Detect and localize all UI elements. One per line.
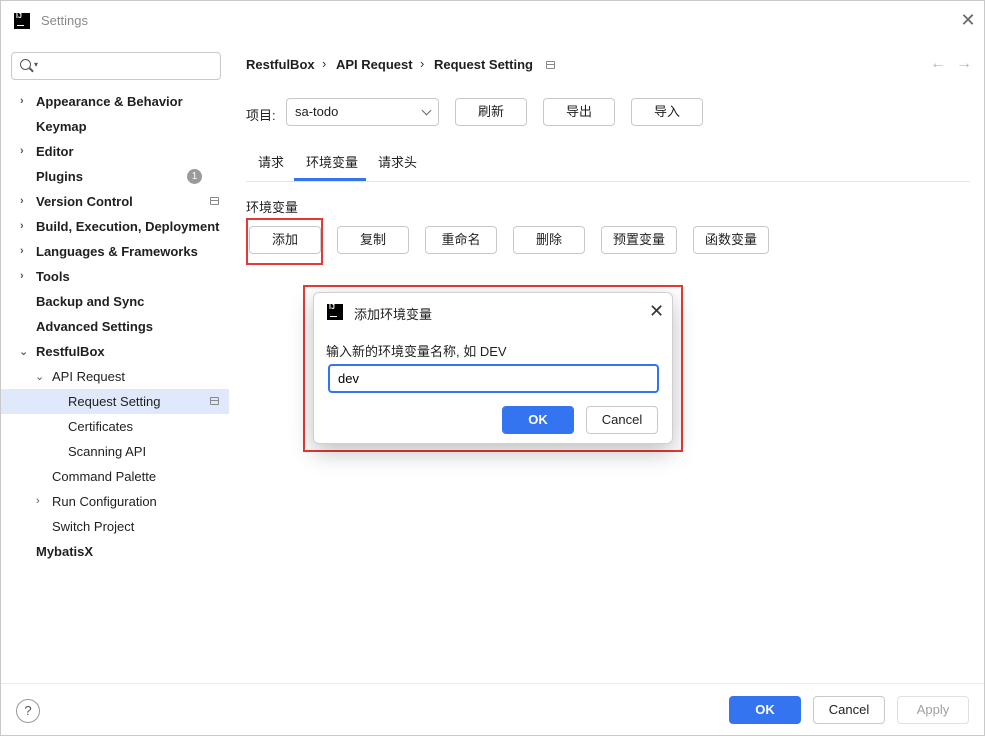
sidebar-item-label: Plugins (36, 169, 83, 184)
sidebar-item-label: RestfulBox (36, 344, 105, 359)
dialog-ok-button[interactable]: OK (502, 406, 574, 434)
close-icon[interactable]: ✕ (959, 10, 977, 30)
sidebar-item-label: Backup and Sync (36, 294, 145, 309)
forward-arrow-icon[interactable]: → (956, 55, 972, 73)
dialog-cancel-button[interactable]: Cancel (586, 406, 658, 434)
sidebar-item-label: Switch Project (52, 519, 135, 534)
preset-variables-button[interactable]: 预置变量 (601, 226, 677, 254)
chevron-right-icon[interactable]: › (36, 489, 40, 514)
tabs-divider (246, 181, 970, 182)
function-variables-button[interactable]: 函数变量 (693, 226, 769, 254)
sidebar-item-scanning-api[interactable]: Scanning API (68, 439, 146, 464)
breadcrumb-separator: › (322, 56, 327, 71)
sidebar-item-run-configuration[interactable]: › Run Configuration (36, 489, 157, 514)
chevron-right-icon[interactable]: › (20, 189, 24, 214)
sidebar-item-label: Scanning API (68, 444, 147, 459)
sidebar-item-label: Build, Execution, Deployment (36, 219, 220, 234)
search-icon (20, 59, 31, 70)
search-input[interactable]: ▾ (11, 52, 221, 80)
export-button[interactable]: 导出 (543, 98, 615, 126)
sidebar-item-request-setting[interactable]: Request Setting (1, 389, 229, 414)
chevron-down-icon[interactable]: ▾ (34, 60, 38, 69)
breadcrumb-separator: › (420, 56, 425, 71)
sidebar-item-languages[interactable]: › Languages & Frameworks (20, 239, 198, 264)
project-level-icon (210, 197, 219, 205)
title-bar: IJ Settings ✕ (1, 1, 984, 41)
sidebar-item-label: Tools (36, 269, 70, 284)
chevron-right-icon[interactable]: › (20, 239, 24, 264)
sidebar-item-label: Advanced Settings (36, 319, 154, 334)
dialog-title: 添加环境变量 (354, 307, 433, 322)
sidebar-item-appearance[interactable]: › Appearance & Behavior (20, 89, 183, 114)
chevron-right-icon[interactable]: › (20, 89, 24, 114)
window-title: Settings (41, 13, 88, 28)
refresh-button[interactable]: 刷新 (455, 98, 527, 126)
chevron-right-icon[interactable]: › (20, 264, 24, 289)
sidebar-item-label: API Request (52, 369, 125, 384)
sidebar-item-label: Request Setting (68, 394, 161, 409)
sidebar-item-certificates[interactable]: Certificates (68, 414, 133, 439)
sidebar-item-label: Languages & Frameworks (36, 244, 198, 259)
sidebar-item-label: Run Configuration (52, 494, 157, 509)
add-env-button[interactable]: 添加 (249, 226, 321, 254)
sidebar-item-command-palette[interactable]: Command Palette (52, 464, 156, 489)
sidebar-item-advanced[interactable]: Advanced Settings (36, 314, 153, 339)
chevron-right-icon[interactable]: › (20, 139, 24, 164)
sidebar-item-editor[interactable]: › Editor (20, 139, 74, 164)
rename-env-button[interactable]: 重命名 (425, 226, 497, 254)
sidebar-item-version-control[interactable]: › Version Control (20, 189, 133, 214)
sidebar-item-label: Keymap (36, 119, 87, 134)
project-select-value: sa-todo (295, 104, 339, 119)
sidebar-item-label: Command Palette (52, 469, 157, 484)
delete-env-button[interactable]: 删除 (513, 226, 585, 254)
sidebar-item-plugins[interactable]: Plugins (36, 164, 83, 189)
chevron-right-icon[interactable]: › (20, 214, 24, 239)
project-level-icon (546, 61, 555, 69)
intellij-logo-icon: IJ (14, 13, 30, 29)
project-label: 项目: (246, 108, 276, 123)
dialog-prompt: 输入新的环境变量名称, 如 DEV (326, 344, 507, 359)
project-level-icon (210, 397, 219, 405)
add-env-dialog: IJ 添加环境变量 ✕ 输入新的环境变量名称, 如 DEV OK Cancel (313, 292, 673, 444)
breadcrumb-api-request: API Request (336, 57, 413, 72)
settings-sidebar: ▾ › Appearance & Behavior Keymap › Edito… (1, 41, 230, 683)
chevron-down-icon[interactable]: ⌄ (19, 340, 28, 365)
intellij-logo-icon: IJ (327, 304, 343, 320)
sidebar-item-label: Editor (36, 144, 74, 159)
chevron-down-icon[interactable]: ⌄ (35, 365, 44, 390)
sidebar-item-label: Certificates (68, 419, 134, 434)
project-select[interactable]: sa-todo (286, 98, 439, 126)
env-name-input[interactable] (328, 364, 659, 393)
copy-env-button[interactable]: 复制 (337, 226, 409, 254)
env-section-label: 环境变量 (246, 200, 299, 215)
close-icon[interactable]: ✕ (649, 301, 664, 321)
tab-request[interactable]: 请求 (258, 152, 284, 171)
tab-request-headers[interactable]: 请求头 (378, 152, 417, 171)
ok-button[interactable]: OK (729, 696, 801, 724)
footer-divider (1, 683, 984, 684)
sidebar-item-label: MybatisX (36, 544, 94, 559)
import-button[interactable]: 导入 (631, 98, 703, 126)
breadcrumb-request-setting: Request Setting (434, 57, 533, 72)
settings-window: IJ Settings ✕ ▾ › Appearance & Behavior … (0, 0, 985, 736)
sidebar-item-label: Appearance & Behavior (36, 94, 183, 109)
back-arrow-icon[interactable]: ← (930, 55, 946, 73)
active-tab-indicator (294, 178, 366, 181)
breadcrumb-restfulbox: RestfulBox (246, 57, 315, 72)
tab-env-variables[interactable]: 环境变量 (306, 152, 358, 171)
sidebar-item-keymap[interactable]: Keymap (36, 114, 87, 139)
sidebar-item-restfulbox[interactable]: ⌄ RestfulBox (19, 339, 105, 364)
apply-button[interactable]: Apply (897, 696, 969, 724)
sidebar-item-tools[interactable]: › Tools (20, 264, 70, 289)
sidebar-item-api-request[interactable]: ⌄ API Request (35, 364, 125, 389)
sidebar-item-mybatisx[interactable]: MybatisX (36, 539, 93, 564)
help-icon[interactable]: ? (16, 699, 40, 723)
sidebar-item-backup[interactable]: Backup and Sync (36, 289, 144, 314)
cancel-button[interactable]: Cancel (813, 696, 885, 724)
chevron-down-icon (421, 105, 432, 116)
plugins-count-badge: 1 (187, 169, 202, 184)
sidebar-item-switch-project[interactable]: Switch Project (52, 514, 134, 539)
sidebar-item-label: Version Control (36, 194, 133, 209)
sidebar-item-build[interactable]: › Build, Execution, Deployment (20, 214, 220, 239)
